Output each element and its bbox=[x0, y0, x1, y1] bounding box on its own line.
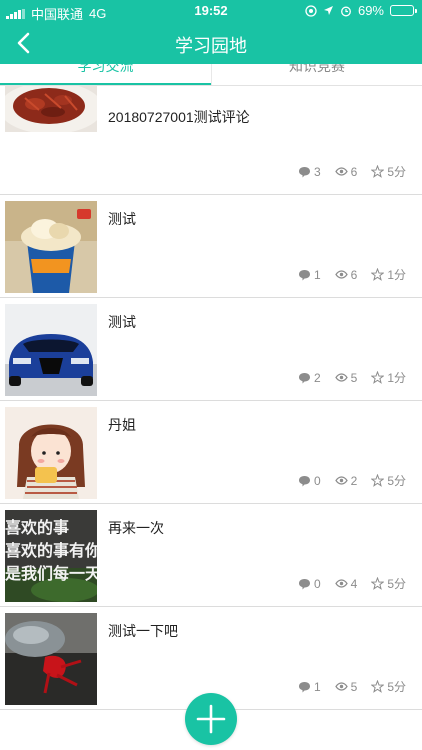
list-item[interactable]: 喜欢的事 喜欢的事有你 是我们每一天 再来一次 0 4 5分 bbox=[0, 504, 422, 607]
comment-icon bbox=[298, 372, 310, 383]
post-title: 丹姐 bbox=[108, 417, 136, 433]
comment-count: 1 bbox=[313, 679, 321, 694]
eye-icon bbox=[334, 579, 348, 588]
tab-knowledge-contest[interactable]: 知识竞赛 bbox=[211, 64, 422, 85]
post-thumbnail bbox=[5, 407, 97, 499]
add-post-button[interactable] bbox=[185, 693, 237, 745]
post-stats: 3 6 5分 bbox=[298, 163, 406, 180]
post-stats: 0 2 5分 bbox=[298, 472, 406, 489]
score-value: 1分 bbox=[387, 371, 406, 385]
view-count: 4 bbox=[350, 576, 358, 591]
battery-icon bbox=[390, 5, 417, 16]
post-stats: 2 5 1分 bbox=[298, 369, 406, 386]
post-title: 测试 bbox=[108, 314, 136, 330]
view-count: 5 bbox=[350, 679, 358, 694]
at-icon bbox=[305, 4, 317, 17]
list-item[interactable]: 测试 1 6 1分 bbox=[0, 195, 422, 298]
post-title: 20180727001测试评论 bbox=[108, 109, 250, 125]
star-icon bbox=[371, 474, 385, 487]
post-thumbnail bbox=[5, 86, 97, 132]
score-value: 5分 bbox=[387, 165, 406, 179]
post-thumbnail bbox=[5, 201, 97, 293]
eye-icon bbox=[334, 476, 348, 485]
eye-icon bbox=[334, 270, 348, 279]
plus-icon bbox=[196, 704, 226, 734]
view-count: 6 bbox=[350, 267, 358, 282]
status-bar: 中国联通 4G 19:52 69% bbox=[0, 0, 422, 22]
comment-count: 2 bbox=[313, 370, 321, 385]
post-thumbnail: 喜欢的事 喜欢的事有你 是我们每一天 bbox=[5, 510, 97, 602]
comment-count: 0 bbox=[313, 473, 321, 488]
comment-icon bbox=[298, 681, 310, 692]
post-stats: 1 5 5分 bbox=[298, 678, 406, 695]
comment-count: 3 bbox=[313, 164, 321, 179]
comment-count: 1 bbox=[313, 267, 321, 282]
comment-icon bbox=[298, 578, 310, 589]
tab-study-exchange[interactable]: 学习交流 bbox=[0, 64, 211, 85]
star-icon bbox=[371, 680, 385, 693]
post-title: 再来一次 bbox=[108, 520, 164, 536]
comment-count: 0 bbox=[313, 576, 321, 591]
star-icon bbox=[371, 165, 385, 178]
page-title: 学习园地 bbox=[175, 36, 247, 56]
comment-icon bbox=[298, 269, 310, 280]
post-thumbnail bbox=[5, 304, 97, 396]
score-value: 5分 bbox=[387, 577, 406, 591]
eye-icon bbox=[334, 373, 348, 382]
score-value: 5分 bbox=[387, 680, 406, 694]
score-value: 1分 bbox=[387, 268, 406, 282]
post-stats: 1 6 1分 bbox=[298, 266, 406, 283]
view-count: 5 bbox=[350, 370, 358, 385]
post-thumbnail bbox=[5, 613, 97, 705]
view-count: 6 bbox=[350, 164, 358, 179]
post-title: 测试 bbox=[108, 211, 136, 227]
post-stats: 0 4 5分 bbox=[298, 575, 406, 592]
score-value: 5分 bbox=[387, 474, 406, 488]
thumbnail-text: 喜欢的事 喜欢的事有你 是我们每一天 bbox=[5, 518, 97, 583]
star-icon bbox=[371, 268, 385, 281]
post-title: 测试一下吧 bbox=[108, 623, 178, 639]
battery-percent: 69% bbox=[357, 3, 384, 18]
eye-icon bbox=[334, 167, 348, 176]
star-icon bbox=[371, 371, 385, 384]
eye-icon bbox=[334, 682, 348, 691]
location-icon bbox=[323, 6, 333, 15]
nav-bar: 学习园地 bbox=[0, 22, 422, 64]
comment-icon bbox=[298, 475, 310, 486]
list-item[interactable]: 丹姐 0 2 5分 bbox=[0, 401, 422, 504]
list-item[interactable]: 20180727001测试评论 3 6 5分 bbox=[0, 86, 422, 195]
post-list: 20180727001测试评论 3 6 5分 测试 1 6 1分 测试 2 5 … bbox=[0, 86, 422, 710]
comment-icon bbox=[298, 166, 310, 177]
list-item[interactable]: 测试 2 5 1分 bbox=[0, 298, 422, 401]
view-count: 2 bbox=[350, 473, 358, 488]
alarm-icon bbox=[341, 6, 351, 16]
star-icon bbox=[371, 577, 385, 590]
tab-bar: 学习交流 知识竞赛 bbox=[0, 64, 422, 86]
